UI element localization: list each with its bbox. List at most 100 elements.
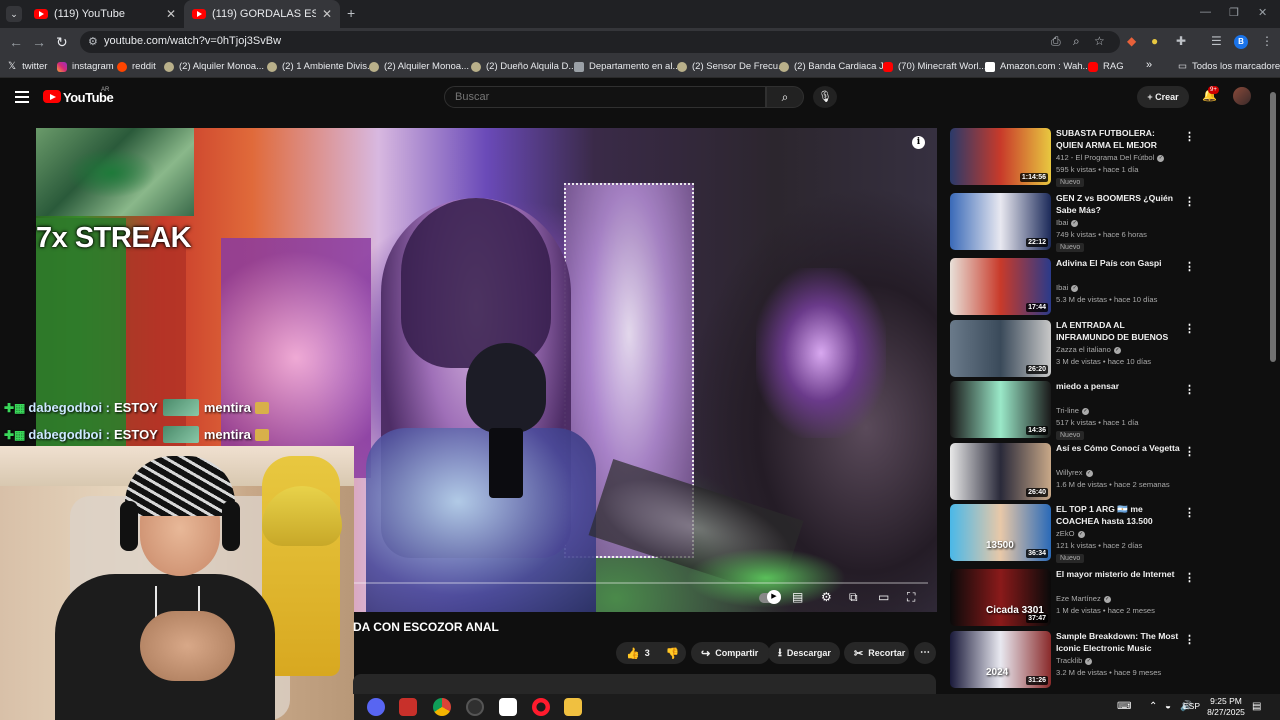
recommended-video[interactable]: 17:44 Adivina El País con Gaspi Ibai ✓ 5.3 M… [950, 258, 1200, 316]
chrome-icon[interactable] [433, 698, 451, 716]
channel-name[interactable]: Zazza el italiano ✓ [1056, 345, 1121, 354]
extensions-puzzle-icon[interactable]: ✚ [1176, 34, 1186, 48]
close-window-icon[interactable]: ✕ [1258, 6, 1267, 19]
channel-name[interactable]: Tri-line ✓ [1056, 406, 1089, 415]
browser-tab-youtube[interactable]: (119) YouTube ✕ [26, 0, 184, 28]
video-thumbnail[interactable]: 14:36 [950, 381, 1051, 438]
youtube-logo-icon[interactable] [43, 90, 61, 103]
more-options-icon[interactable]: ⋮ [1184, 322, 1195, 335]
download-button[interactable]: ⭳ Descargar [768, 642, 840, 664]
network-icon[interactable]: ◒ [1165, 701, 1171, 712]
browser-menu-icon[interactable]: ⋮ [1261, 34, 1273, 48]
bookmarks-overflow-button[interactable]: » [1146, 59, 1152, 71]
video-thumbnail[interactable]: Cicada 3301 37:47 [950, 569, 1051, 626]
search-input[interactable] [455, 91, 755, 103]
close-tab-icon[interactable]: ✕ [322, 7, 332, 21]
minimize-icon[interactable]: — [1200, 6, 1211, 18]
video-thumbnail[interactable]: 22:12 [950, 193, 1051, 250]
close-tab-icon[interactable]: ✕ [166, 7, 176, 21]
address-bar[interactable]: ⚙ youtube.com/watch?v=0hTjoj3SvBw [80, 31, 1120, 53]
video-thumbnail[interactable]: 13500 36:34 [950, 504, 1051, 561]
video-title[interactable]: Adivina El País con Gaspi [1056, 258, 1181, 270]
menu-icon[interactable] [15, 91, 29, 106]
user-avatar[interactable] [1233, 87, 1251, 105]
more-options-icon[interactable]: ⋮ [1184, 130, 1195, 143]
more-options-icon[interactable]: ⋮ [1184, 506, 1195, 519]
reload-icon[interactable]: ↻ [56, 34, 68, 51]
profile-avatar[interactable]: B [1234, 35, 1248, 49]
opera-icon[interactable] [532, 698, 550, 716]
bookmark-item[interactable]: (2) Alquiler Monoa... [164, 61, 264, 72]
share-button[interactable]: ↪ Compartir [691, 642, 770, 664]
autoplay-toggle[interactable] [759, 590, 781, 604]
recommended-video[interactable]: 22:12 GEN Z vs BOOMERS ¿Quién Sabe Más? Ib… [950, 193, 1200, 252]
more-actions-button[interactable]: ⋯ [914, 642, 936, 664]
bookmark-item[interactable]: (2) Banda Cardiaca J... [779, 61, 892, 72]
theater-mode-icon[interactable]: ▭ [878, 590, 889, 604]
video-thumbnail[interactable]: 17:44 [950, 258, 1051, 315]
more-options-icon[interactable]: ⋮ [1184, 445, 1195, 458]
tab-search-button[interactable]: ⌄ [6, 6, 22, 22]
video-title[interactable]: Sample Breakdown: The Most Iconic Electr… [1056, 631, 1181, 654]
recommended-video[interactable]: 26:40 Así es Cómo Conocí a Vegetta Willyre… [950, 443, 1200, 501]
channel-name[interactable]: Ibai ✓ [1056, 218, 1079, 227]
video-title[interactable]: miedo a pensar [1056, 381, 1181, 393]
back-icon[interactable]: ← [9, 34, 23, 50]
capcut-icon[interactable] [499, 698, 517, 716]
recommended-video[interactable]: 26:20 LA ENTRADA AL INFRAMUNDO DE BUENOS … [950, 320, 1200, 378]
bookmark-item[interactable]: (2) Sensor De Frecu... [677, 61, 786, 72]
recommended-video[interactable]: 14:36 miedo a pensar Tri-line ✓ 517 k vistas… [950, 381, 1200, 440]
video-title[interactable]: LA ENTRADA AL INFRAMUNDO DE BUENOS AIRES… [1056, 320, 1181, 343]
recommended-video[interactable]: 13500 36:34 EL TOP 1 ARG 🇦🇷 me COACHEA has… [950, 504, 1200, 563]
video-title[interactable]: El mayor misterio de Internet [1056, 569, 1181, 581]
description-box[interactable] [353, 674, 936, 694]
bookmark-item[interactable]: (2) Alquiler Monoa... [369, 61, 469, 72]
bookmark-item[interactable]: Amazon.com : Wah... [985, 61, 1090, 72]
bookmark-reddit[interactable]: reddit [117, 61, 156, 72]
extension-fox-icon[interactable]: ◆ [1127, 34, 1136, 48]
channel-name[interactable]: 412 - El Programa Del Fútbol ✓ [1056, 153, 1165, 162]
video-title[interactable]: EL TOP 1 ARG 🇦🇷 me COACHEA hasta 13.500 … [1056, 504, 1181, 527]
zoom-icon[interactable]: ⌕ [1073, 34, 1080, 49]
search-button[interactable]: ⌕ [766, 86, 804, 108]
all-bookmarks-button[interactable]: ▭ Todos los marcadores [1178, 61, 1280, 72]
bookmark-item[interactable]: Departamento en al... [574, 61, 680, 72]
thumbs-up-icon[interactable]: 👍 [626, 647, 640, 660]
recommended-video[interactable]: 2024 31:26 Sample Breakdown: The Most Icon… [950, 631, 1200, 689]
video-thumbnail[interactable]: 2024 31:26 [950, 631, 1051, 688]
more-options-icon[interactable]: ⋮ [1184, 260, 1195, 273]
recommended-video[interactable]: Cicada 3301 37:47 El mayor misterio de Int… [950, 569, 1200, 627]
channel-name[interactable]: zEkO ✓ [1056, 529, 1085, 538]
fullscreen-icon[interactable]: ⛶ [907, 590, 915, 605]
video-thumbnail[interactable]: 26:20 [950, 320, 1051, 377]
voice-search-button[interactable]: 🎙 [813, 86, 837, 108]
install-app-icon[interactable]: ⎙ [1051, 34, 1061, 49]
more-options-icon[interactable]: ⋮ [1184, 383, 1195, 396]
channel-name[interactable]: Willyrex ✓ [1056, 468, 1093, 477]
channel-name[interactable]: Ibai ✓ [1056, 283, 1079, 292]
tab-strip-icon[interactable]: ☰ [1211, 34, 1222, 48]
video-title[interactable]: GEN Z vs BOOMERS ¿Quién Sabe Más? [1056, 193, 1181, 216]
file-explorer-icon[interactable] [564, 698, 582, 716]
clip-button[interactable]: ✂ Recortar [844, 642, 909, 664]
forward-icon[interactable]: → [32, 34, 46, 50]
app-icon[interactable] [399, 698, 417, 716]
bookmark-item[interactable]: RAG [1088, 61, 1124, 72]
create-button[interactable]: + Crear [1137, 86, 1189, 108]
like-count[interactable]: 3 [645, 648, 650, 658]
thumbs-down-icon[interactable]: 👎 [666, 647, 680, 660]
new-tab-button[interactable]: + [347, 5, 355, 21]
bookmark-twitter[interactable]: 𝕏twitter [8, 61, 47, 72]
recommended-video[interactable]: 1:14:56 SUBASTA FUTBOLERA: QUIEN ARMA EL … [950, 128, 1200, 187]
browser-tab-active[interactable]: (119) GORDALAS ES BRUTALM ✕ [184, 0, 340, 28]
bookmark-star-icon[interactable]: ☆ [1094, 34, 1105, 48]
obs-icon[interactable] [466, 698, 484, 716]
search-box[interactable] [444, 86, 766, 108]
extension-color-icon[interactable]: ● [1151, 34, 1158, 48]
bookmark-instagram[interactable]: instagram [57, 61, 114, 72]
video-thumbnail[interactable]: 1:14:56 [950, 128, 1051, 185]
video-thumbnail[interactable]: 26:40 [950, 443, 1051, 500]
discord-icon[interactable] [367, 698, 385, 716]
restore-icon[interactable]: ❐ [1229, 6, 1239, 19]
miniplayer-icon[interactable]: ⧉ [849, 590, 858, 605]
